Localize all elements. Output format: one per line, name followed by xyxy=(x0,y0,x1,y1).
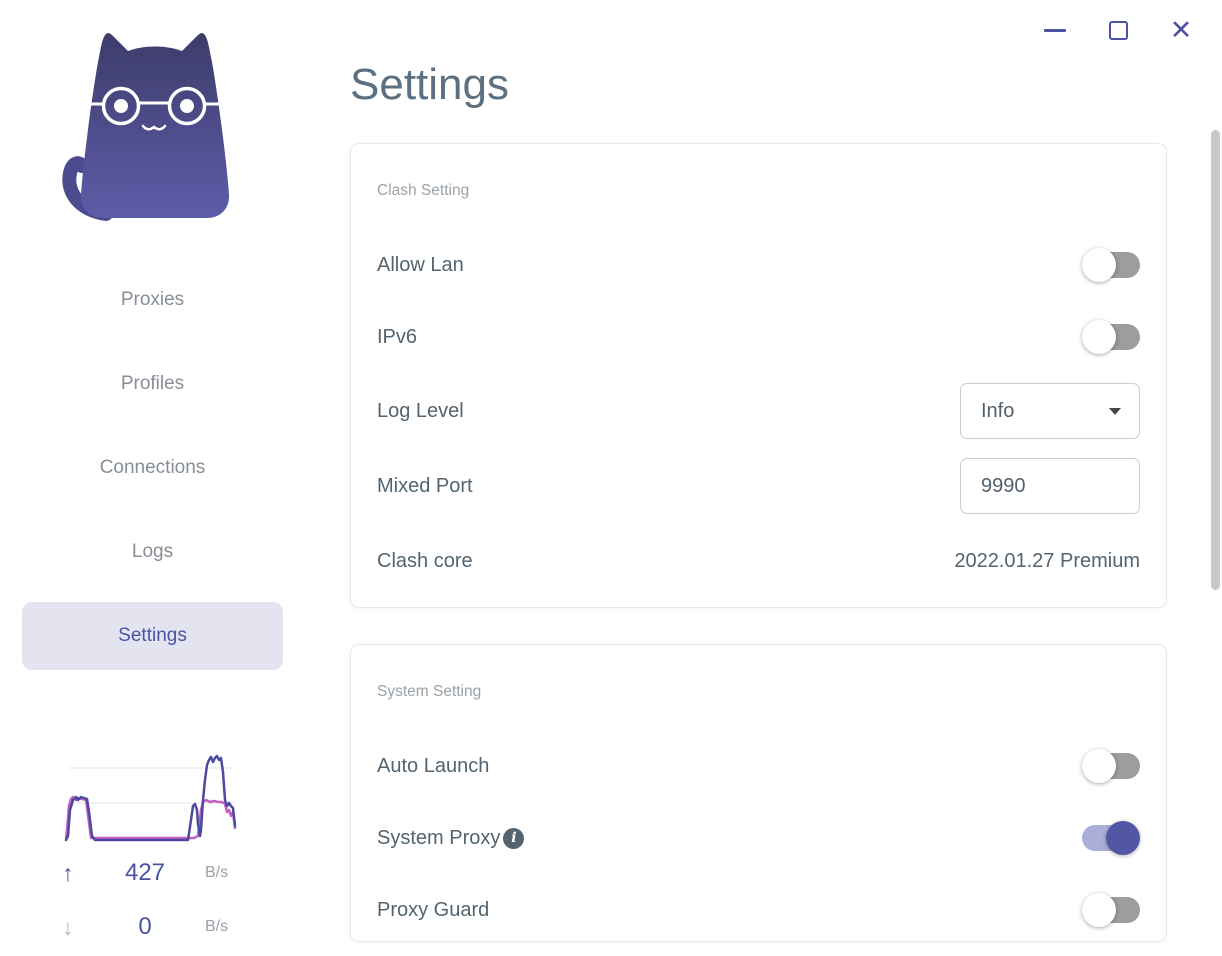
maximize-icon xyxy=(1108,20,1128,40)
clash-core-version: 2022.01.27 Premium xyxy=(954,549,1140,572)
log-level-selected-value: Info xyxy=(981,399,1015,422)
clash-setting-card: Clash Setting Allow Lan IPv6 Log Level I… xyxy=(350,143,1167,608)
download-speed-row: ↓ 0 B/s xyxy=(62,912,240,942)
proxy-guard-toggle[interactable] xyxy=(1082,891,1140,929)
upload-speed-row: ↑ 427 B/s xyxy=(62,858,240,888)
clash-setting-section-title: Clash Setting xyxy=(377,182,470,199)
download-speed-value: 0 xyxy=(138,913,152,940)
system-setting-section-title: System Setting xyxy=(377,683,482,700)
clash-core-label: Clash core xyxy=(377,549,473,572)
sidebar-item-logs[interactable]: Logs xyxy=(22,518,283,586)
log-level-label: Log Level xyxy=(377,399,464,422)
system-proxy-label: System Proxy i xyxy=(377,826,525,850)
allow-lan-label: Allow Lan xyxy=(377,253,464,276)
chevron-down-icon xyxy=(1109,407,1121,415)
sidebar: Proxies Profiles Connections Logs Settin… xyxy=(0,0,320,956)
setting-row-allow-lan: Allow Lan xyxy=(377,237,1140,293)
toggle-knob xyxy=(1082,749,1116,783)
traffic-graph xyxy=(64,754,237,842)
clash-cat-logo xyxy=(62,32,230,221)
sidebar-item-profiles[interactable]: Profiles xyxy=(22,350,283,418)
upload-speed-value: 427 xyxy=(124,859,166,886)
minimize-icon xyxy=(1044,28,1066,32)
sidebar-nav: Proxies Profiles Connections Logs Settin… xyxy=(22,266,283,686)
ipv6-toggle[interactable] xyxy=(1082,318,1140,356)
toggle-knob xyxy=(1106,821,1140,855)
setting-row-ipv6: IPv6 xyxy=(377,309,1140,365)
sidebar-item-connections[interactable]: Connections xyxy=(22,434,283,502)
allow-lan-toggle[interactable] xyxy=(1082,246,1140,284)
auto-launch-toggle[interactable] xyxy=(1082,747,1140,785)
system-setting-card: System Setting Auto Launch System Proxy … xyxy=(350,644,1167,942)
close-button[interactable]: ✕ xyxy=(1168,14,1194,46)
download-arrow-icon: ↓ xyxy=(62,913,74,940)
toggle-knob xyxy=(1082,320,1116,354)
sidebar-item-proxies[interactable]: Proxies xyxy=(22,266,283,334)
sidebar-item-settings[interactable]: Settings xyxy=(22,602,283,670)
auto-launch-label: Auto Launch xyxy=(377,754,490,777)
system-proxy-toggle[interactable] xyxy=(1082,819,1140,857)
setting-row-mixed-port: Mixed Port xyxy=(377,458,1140,514)
upload-speed-unit: B/s xyxy=(205,864,229,881)
minimize-button[interactable] xyxy=(1042,14,1068,46)
scrollbar-thumb[interactable] xyxy=(1211,130,1220,590)
ipv6-label: IPv6 xyxy=(377,325,418,348)
log-level-select[interactable]: Info xyxy=(960,383,1140,439)
download-speed-unit: B/s xyxy=(205,918,229,935)
mixed-port-input[interactable] xyxy=(960,458,1140,514)
system-proxy-label-text: System Proxy xyxy=(377,826,501,849)
info-icon[interactable]: i xyxy=(503,827,525,849)
setting-row-log-level: Log Level Info xyxy=(377,383,1140,439)
setting-row-auto-launch: Auto Launch xyxy=(377,738,1140,794)
setting-row-system-proxy: System Proxy i xyxy=(377,810,1140,866)
toggle-knob xyxy=(1082,248,1116,282)
toggle-knob xyxy=(1082,893,1116,927)
window-controls: ✕ xyxy=(1042,14,1194,46)
upload-arrow-icon: ↑ xyxy=(62,859,74,886)
close-icon: ✕ xyxy=(1169,14,1193,45)
page-title: Settings xyxy=(350,60,509,109)
maximize-button[interactable] xyxy=(1105,14,1131,46)
mixed-port-label: Mixed Port xyxy=(377,474,473,497)
setting-row-proxy-guard: Proxy Guard xyxy=(377,882,1140,938)
setting-row-clash-core: Clash core 2022.01.27 Premium xyxy=(377,533,1140,589)
proxy-guard-label: Proxy Guard xyxy=(377,898,490,921)
